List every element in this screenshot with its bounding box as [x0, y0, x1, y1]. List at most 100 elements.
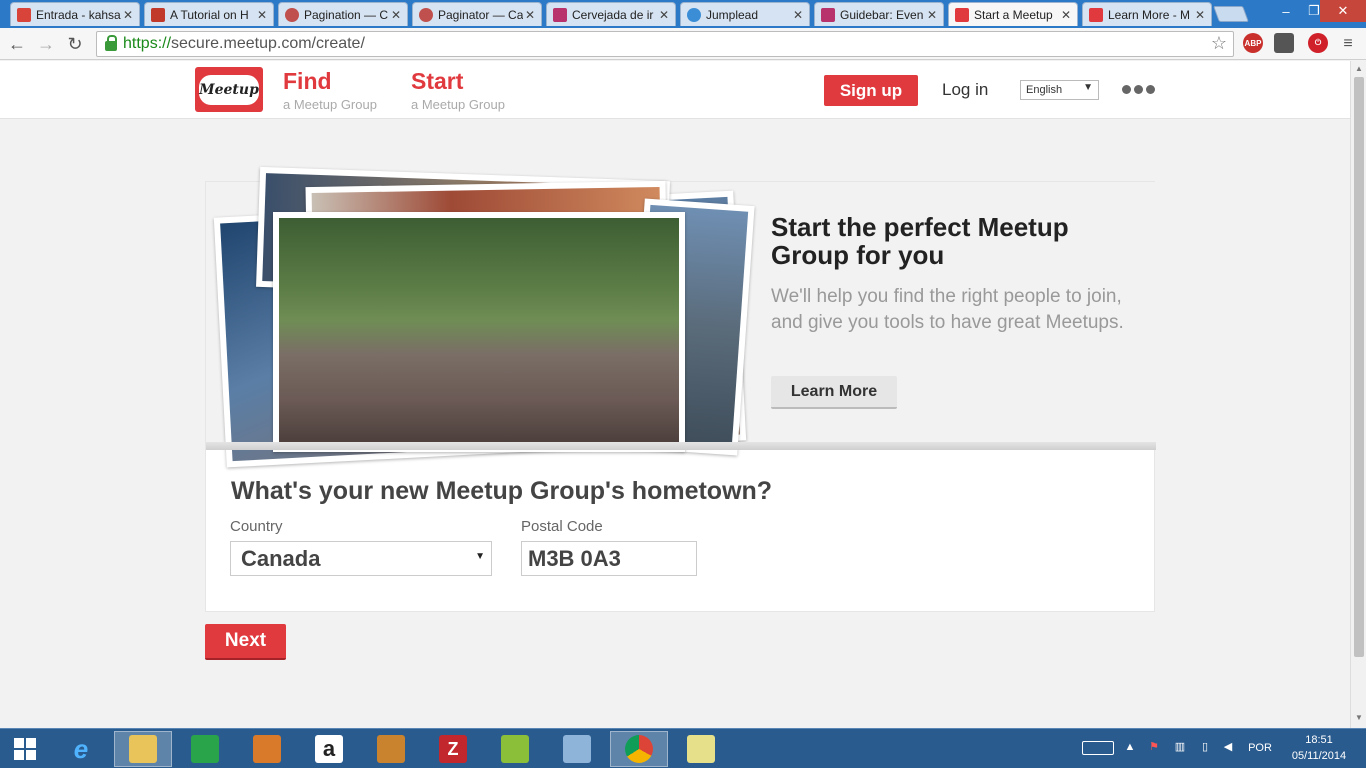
meetup-logo[interactable]: Meetup [195, 67, 263, 112]
minimize-button[interactable]: – [1272, 0, 1300, 22]
hero-title: Start the perfect Meetup Group for you [771, 212, 1069, 270]
language-select[interactable]: English ▼ [1020, 80, 1099, 100]
chevron-down-icon: ▼ [475, 551, 485, 562]
nav-find[interactable]: Find a Meetup Group [283, 68, 377, 112]
country-label: Country [230, 518, 283, 535]
globe-icon [687, 7, 701, 22]
input-language[interactable]: POR [1246, 742, 1274, 754]
tab-cervejada[interactable]: Cervejada de ir ✕ [546, 2, 676, 26]
back-icon[interactable]: ← [5, 32, 29, 56]
postal-code-label: Postal Code [521, 518, 603, 535]
close-icon[interactable]: ✕ [791, 8, 805, 22]
taskbar-media[interactable] [362, 731, 420, 767]
clock-time[interactable]: 18:51 [1284, 734, 1354, 746]
store-icon [191, 735, 219, 763]
tab-tutorial[interactable]: A Tutorial on H ✕ [144, 2, 274, 26]
tab-jumplead[interactable]: Jumplead ✕ [680, 2, 810, 26]
browser-tab-strip: Entrada - kahsa ✕ A Tutorial on H ✕ Pagina… [0, 0, 1366, 28]
next-button[interactable]: Next [205, 624, 286, 660]
internet-explorer-icon: e [73, 733, 89, 764]
tab-paginator[interactable]: Paginator — Ca ✕ [412, 2, 542, 26]
hero-description: We'll help you find the right people to … [771, 286, 1124, 333]
taskbar-virtualbox[interactable] [548, 731, 606, 767]
close-icon[interactable]: ✕ [389, 8, 403, 22]
meetup-icon [1089, 7, 1103, 22]
filezilla-icon: Z [439, 735, 467, 763]
windows-logo-icon [14, 738, 36, 760]
browser-toolbar: ← → ↻ https://secure.meetup.com/create/ … [0, 28, 1366, 60]
taskbar-notepad[interactable] [486, 731, 544, 767]
page-content: Meetup Find a Meetup Group Start a Meetu… [0, 61, 1350, 728]
scrollbar-thumb[interactable] [1354, 77, 1364, 657]
hero-divider [206, 442, 1156, 450]
reload-icon[interactable]: ↻ [63, 32, 87, 56]
battery-icon[interactable]: ▯ [1198, 740, 1212, 753]
flag-icon[interactable]: ⚑ [1146, 740, 1162, 753]
nav-start[interactable]: Start a Meetup Group [411, 68, 505, 112]
login-link[interactable]: Log in [942, 80, 988, 100]
amazon-icon: a [315, 735, 343, 763]
lock-icon [105, 35, 117, 51]
cube-icon [563, 735, 591, 763]
close-icon[interactable]: ✕ [1059, 8, 1073, 22]
chrome-icon [625, 735, 653, 763]
b-icon [821, 7, 835, 22]
learn-more-button[interactable]: Learn More [771, 376, 897, 409]
extension-icon[interactable] [1274, 33, 1294, 53]
app-icon [253, 735, 281, 763]
clock-date[interactable]: 05/11/2014 [1284, 750, 1354, 762]
close-icon[interactable]: ✕ [255, 8, 269, 22]
gmail-icon [17, 7, 31, 22]
more-options-icon[interactable] [1122, 85, 1155, 94]
postal-code-input[interactable] [521, 541, 697, 576]
site-header: Meetup Find a Meetup Group Start a Meetu… [0, 61, 1350, 119]
page-scrollbar[interactable]: ▲ ▼ [1350, 61, 1366, 728]
tab-start-meetup[interactable]: Start a Meetup ✕ [948, 2, 1078, 26]
window-close-button[interactable]: ✕ [1320, 0, 1366, 22]
site-icon [419, 7, 433, 22]
bookmark-star-icon[interactable]: ☆ [1211, 33, 1227, 54]
sticky-notes-icon [687, 735, 715, 763]
taskbar-store[interactable] [176, 731, 234, 767]
taskbar-filezilla[interactable]: Z [424, 731, 482, 767]
adblock-plus-icon[interactable]: ABP [1243, 33, 1263, 53]
scroll-up-icon[interactable]: ▲ [1354, 64, 1364, 73]
taskbar-ie[interactable]: e [52, 731, 110, 767]
keyboard-icon[interactable] [1082, 741, 1114, 755]
taskbar-app[interactable] [238, 731, 296, 767]
windows-taskbar: e a Z ▲ ⚑ ▥ ▯ ◀ POR 18:51 05/11/2014 [0, 728, 1366, 768]
notepad-icon [501, 735, 529, 763]
close-icon[interactable]: ✕ [121, 8, 135, 22]
tab-guidebar[interactable]: Guidebar: Even ✕ [814, 2, 944, 26]
taskbar-chrome[interactable] [610, 731, 668, 767]
folder-icon [129, 735, 157, 763]
tab-gmail[interactable]: Entrada - kahsa ✕ [10, 2, 140, 26]
menu-icon[interactable]: ≡ [1336, 32, 1360, 56]
taskbar-sticky-notes[interactable] [672, 731, 730, 767]
scroll-down-icon[interactable]: ▼ [1354, 713, 1364, 722]
forward-icon[interactable]: → [34, 32, 58, 56]
address-bar[interactable]: https://secure.meetup.com/create/ ☆ [96, 31, 1234, 57]
close-icon[interactable]: ✕ [925, 8, 939, 22]
tab-pagination[interactable]: Pagination — C ✕ [278, 2, 408, 26]
close-icon[interactable]: ✕ [523, 8, 537, 22]
taskbar-explorer[interactable] [114, 731, 172, 767]
volume-icon[interactable]: ◀ [1220, 740, 1236, 753]
show-hidden-icons[interactable]: ▲ [1124, 741, 1136, 753]
new-tab-button[interactable] [1213, 6, 1249, 22]
create-group-panel: Start the perfect Meetup Group for you W… [205, 166, 1156, 612]
close-icon[interactable]: ✕ [657, 8, 671, 22]
chevron-down-icon: ▼ [1083, 82, 1093, 93]
hero-section: Start the perfect Meetup Group for you W… [206, 166, 1156, 468]
media-icon [377, 735, 405, 763]
taskbar-amazon[interactable]: a [300, 731, 358, 767]
meetup-icon [955, 7, 969, 22]
tab-learn-more[interactable]: Learn More - M ✕ [1082, 2, 1212, 26]
signup-button[interactable]: Sign up [824, 75, 918, 106]
start-button[interactable] [0, 731, 50, 767]
power-extension-icon[interactable]: ⏻ [1308, 33, 1328, 53]
network-icon[interactable]: ▥ [1172, 740, 1188, 753]
group-photo [273, 212, 685, 452]
close-icon[interactable]: ✕ [1193, 8, 1207, 22]
country-select[interactable]: Canada ▼ [230, 541, 492, 576]
